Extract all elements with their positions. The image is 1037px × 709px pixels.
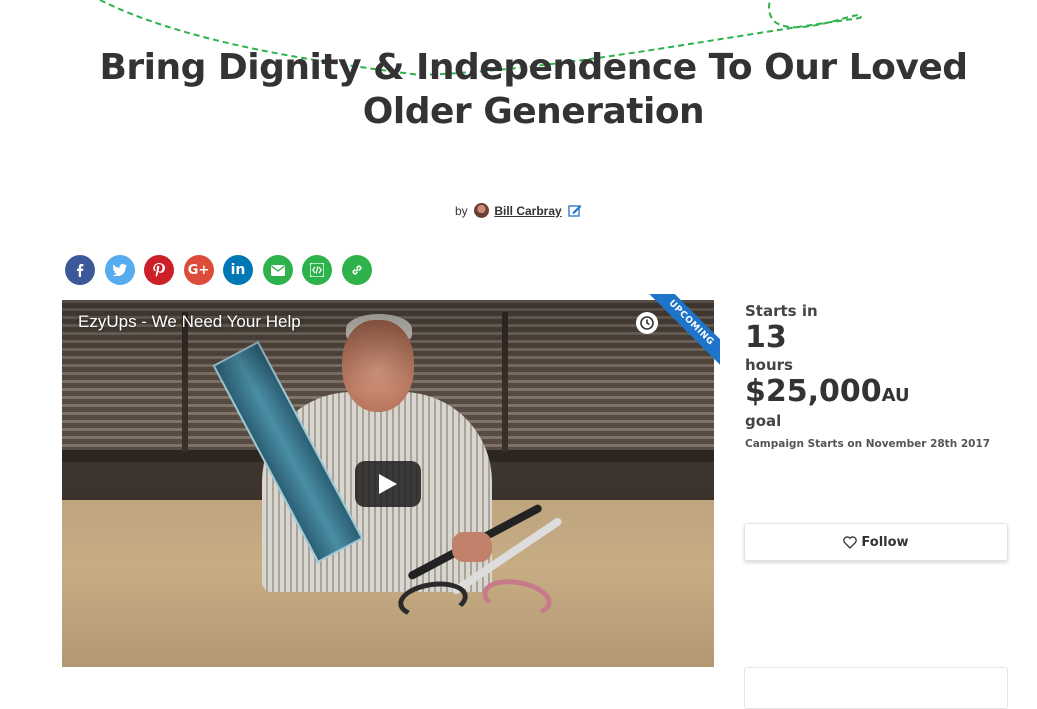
share-pinterest-button[interactable] <box>144 255 174 285</box>
heart-icon <box>843 535 858 549</box>
pinterest-icon <box>153 262 165 277</box>
edit-icon[interactable] <box>568 204 582 220</box>
campaign-stats: Starts in 13 hours $25,000AU goal Campai… <box>745 302 1007 450</box>
starts-in-unit: hours <box>745 356 793 374</box>
email-icon <box>270 264 285 276</box>
avatar[interactable] <box>473 203 489 218</box>
video-title[interactable]: EzyUps - We Need Your Help <box>78 312 301 332</box>
byline: by Bill Carbray <box>0 203 1037 220</box>
follow-button[interactable]: Follow <box>744 523 1008 561</box>
share-email-button[interactable] <box>262 255 293 285</box>
video-play-button[interactable] <box>355 461 421 507</box>
google-plus-icon: G+ <box>187 262 210 278</box>
upcoming-ribbon-label: UPCOMING <box>645 294 720 369</box>
by-label: by <box>454 204 468 218</box>
goal-label: goal <box>745 412 782 430</box>
share-google-plus-button[interactable]: G+ <box>183 255 214 285</box>
twitter-icon <box>112 264 127 276</box>
goal-currency: AU <box>881 385 910 406</box>
linkedin-icon: in <box>230 262 246 278</box>
upcoming-ribbon: UPCOMING <box>644 294 720 370</box>
author-link[interactable]: Bill Carbray <box>494 204 561 218</box>
share-embed-button[interactable] <box>302 255 332 285</box>
page-title: Bring Dignity & Independence To Our Love… <box>99 47 968 132</box>
campaign-start-note: Campaign Starts on November 28th 2017 <box>745 438 991 450</box>
share-twitter-button[interactable] <box>104 255 135 285</box>
play-icon <box>379 474 397 494</box>
follow-label: Follow <box>861 534 909 550</box>
share-facebook-button[interactable] <box>65 255 95 285</box>
embed-code-icon <box>310 263 324 277</box>
share-link-button[interactable] <box>341 255 372 285</box>
side-panel-box <box>744 667 1008 709</box>
share-bar: G+ in <box>65 255 372 285</box>
facebook-icon <box>77 264 84 277</box>
link-icon <box>351 265 362 275</box>
starts-in-label: Starts in <box>745 302 818 320</box>
starts-in-value: 13 <box>745 320 787 355</box>
campaign-video[interactable]: EzyUps - We Need Your Help <box>62 300 714 667</box>
share-linkedin-button[interactable]: in <box>223 255 253 285</box>
goal-amount: $25,000 <box>745 374 882 409</box>
